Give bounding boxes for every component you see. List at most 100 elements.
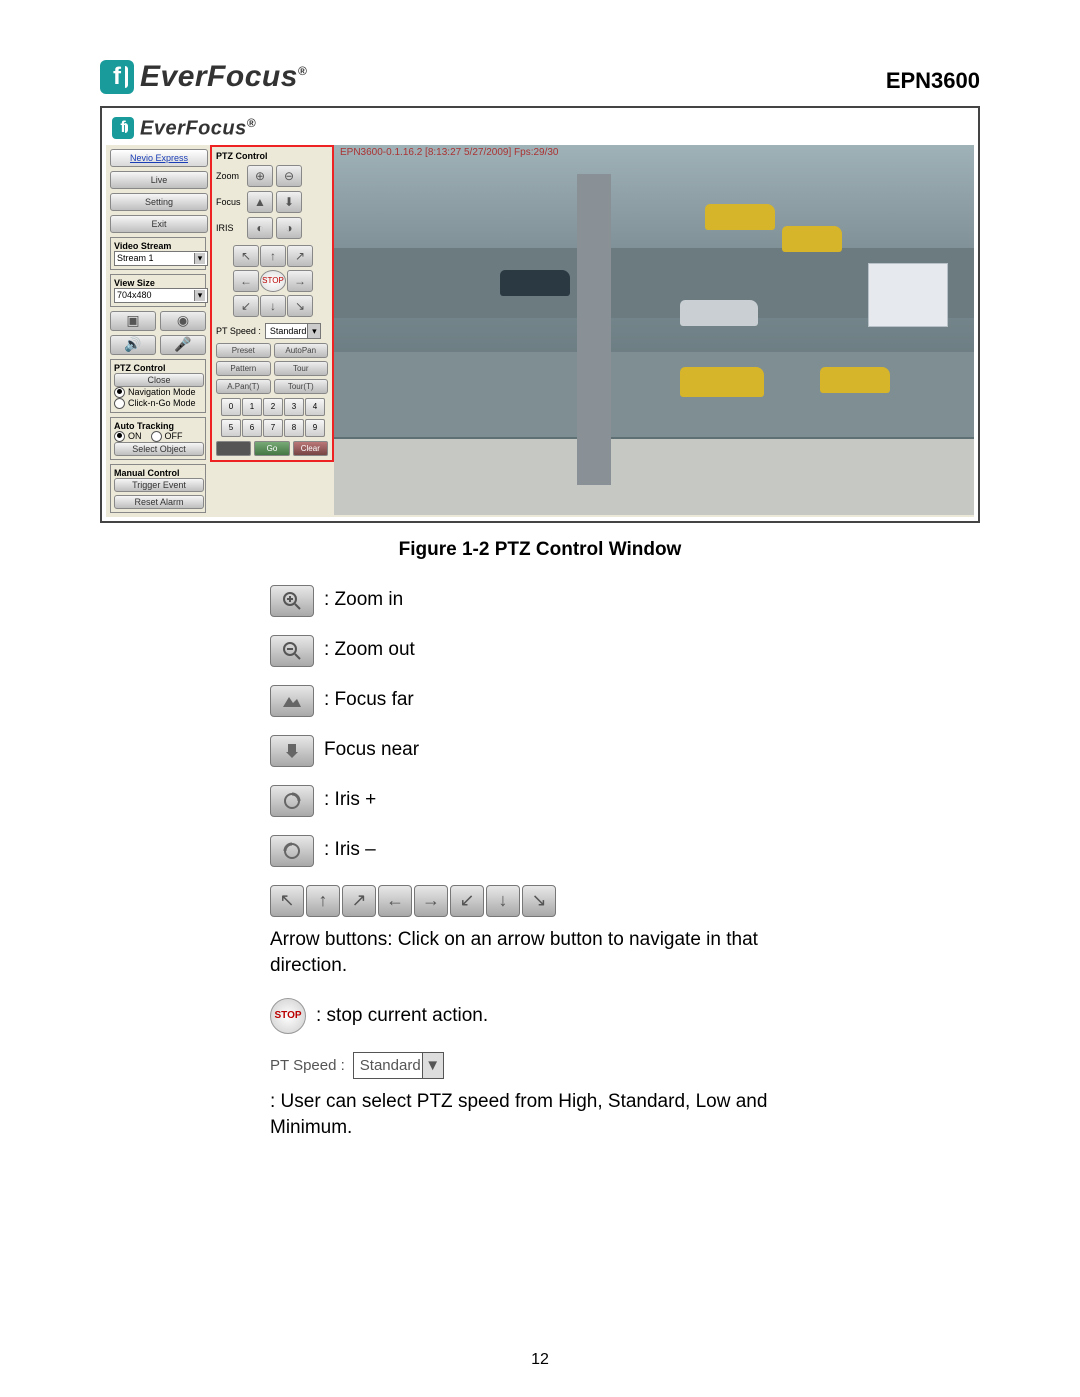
pattern-button[interactable]: Pattern [216, 361, 271, 376]
zoom-out-icon[interactable]: ⊖ [276, 165, 302, 187]
legend-arrow-right-icon: → [414, 885, 448, 917]
arrow-down-icon[interactable]: ↓ [260, 295, 286, 317]
tour-t-button[interactable]: Tour(T) [274, 379, 329, 394]
legend-focus-far-text: : Focus far [324, 687, 414, 714]
legend-iris-plus-icon [270, 785, 314, 817]
zoom-in-icon[interactable]: ⊕ [247, 165, 273, 187]
focus-near-icon[interactable]: ⬇ [276, 191, 302, 213]
iris-close-icon[interactable]: ◑ [276, 217, 302, 239]
live-button[interactable]: Live [110, 171, 208, 189]
legend-iris-plus-text: : Iris + [324, 787, 376, 814]
legend-focus-near-icon [270, 735, 314, 767]
registered-mark: ® [298, 64, 307, 78]
ptz-control-group: PTZ Control Close Navigation Mode Click-… [110, 359, 206, 413]
figure-caption: Figure 1-2 PTZ Control Window [100, 539, 980, 561]
view-size-select[interactable]: 704x480▾ [114, 288, 208, 303]
arrow-up-icon[interactable]: ↑ [260, 245, 286, 267]
legend-pt-speed-text: : User can select PTZ speed from High, S… [270, 1089, 810, 1142]
snapshot-icon[interactable]: ▣ [110, 311, 156, 331]
mic-icon[interactable]: 🎤 [160, 335, 206, 355]
iris-open-icon[interactable]: ◐ [247, 217, 273, 239]
legend-arrow-up-icon: ↑ [306, 885, 340, 917]
pt-speed-select[interactable]: Standard▾ [265, 323, 322, 339]
legend-arrows-text: Arrow buttons: Click on an arrow button … [270, 927, 830, 980]
legend-focus-far-icon [270, 685, 314, 717]
legend-arrow-down-icon: ↓ [486, 885, 520, 917]
legend-zoom-out-text: : Zoom out [324, 637, 415, 664]
apan-t-button[interactable]: A.Pan(T) [216, 379, 271, 394]
num-7[interactable]: 7 [263, 419, 283, 437]
arrow-down-left-icon[interactable]: ↙ [233, 295, 259, 317]
legend-arrow-icons: ↖ ↑ ↗ ← → ↙ ↓ ↘ [270, 885, 556, 917]
legend-list: : Zoom in : Zoom out : Focus far Focus n… [270, 585, 980, 1142]
ptz-close-button[interactable]: Close [114, 373, 204, 387]
figure-ptz-window: f EverFocus® Nevio Express Live Setting … [100, 106, 980, 523]
legend-pt-speed-select: Standard▼ [353, 1052, 444, 1079]
auto-tracking-group: Auto Tracking ON OFF Select Object [110, 417, 206, 460]
autopan-button[interactable]: AutoPan [274, 343, 329, 358]
legend-stop-icon: STOP [270, 998, 306, 1034]
legend-arrow-left-icon: ← [378, 885, 412, 917]
num-9[interactable]: 9 [305, 419, 325, 437]
num-2[interactable]: 2 [263, 398, 283, 416]
tracking-off-radio[interactable] [151, 431, 162, 442]
num-4[interactable]: 4 [305, 398, 325, 416]
brand-text: EverFocus [140, 60, 298, 93]
pt-speed-label: PT Speed : [216, 326, 261, 336]
arrow-right-icon[interactable]: → [287, 270, 313, 292]
legend-arrow-dl-icon: ↙ [450, 885, 484, 917]
arrow-down-right-icon[interactable]: ↘ [287, 295, 313, 317]
nevio-express-link[interactable]: Nevio Express [110, 149, 208, 167]
num-8[interactable]: 8 [284, 419, 304, 437]
manual-control-group: Manual Control Trigger Event Reset Alarm [110, 464, 206, 513]
num-6[interactable]: 6 [242, 419, 262, 437]
go-button[interactable]: Go [254, 441, 289, 456]
setting-button[interactable]: Setting [110, 193, 208, 211]
num-0[interactable]: 0 [221, 398, 241, 416]
video-stream-group: Video Stream Stream 1▾ [110, 237, 206, 270]
view-size-group: View Size 704x480▾ [110, 274, 206, 307]
preset-number-pad: 0 1 2 3 4 5 6 7 8 9 [216, 398, 328, 437]
legend-zoom-out-icon [270, 635, 314, 667]
clickngo-radio[interactable] [114, 398, 125, 409]
legend-pt-speed-label: PT Speed : [270, 1055, 345, 1076]
select-object-button[interactable]: Select Object [114, 442, 204, 456]
page-number: 12 [0, 1351, 1080, 1369]
model-number: EPN3600 [886, 68, 980, 94]
legend-iris-minus-text: : Iris – [324, 837, 376, 864]
num-5[interactable]: 5 [221, 419, 241, 437]
trigger-event-button[interactable]: Trigger Event [114, 478, 204, 492]
ptz-panel: PTZ Control Zoom ⊕ ⊖ Focus ▲ ⬇ IRIS ◐ ◑ … [210, 145, 334, 462]
legend-pt-speed-widget: PT Speed : Standard▼ [270, 1052, 444, 1079]
audio-icon[interactable]: 🔊 [110, 335, 156, 355]
ptz-panel-title: PTZ Control [216, 151, 328, 161]
direction-pad: ↖ ↑ ↗ ← STOP → ↙ ↓ ↘ [216, 245, 328, 317]
video-stream-select[interactable]: Stream 1▾ [114, 251, 208, 266]
arrow-left-icon[interactable]: ← [233, 270, 259, 292]
tracking-on-radio[interactable] [114, 431, 125, 442]
arrow-up-left-icon[interactable]: ↖ [233, 245, 259, 267]
legend-zoom-in-text: : Zoom in [324, 587, 403, 614]
preset-display [216, 441, 251, 456]
legend-stop-text: : stop current action. [316, 1003, 488, 1030]
legend-arrow-ur-icon: ↗ [342, 885, 376, 917]
video-feed[interactable]: EPN3600-0.1.16.2 [8:13:27 5/27/2009] Fps… [334, 145, 974, 515]
num-1[interactable]: 1 [242, 398, 262, 416]
focus-far-icon[interactable]: ▲ [247, 191, 273, 213]
preset-button[interactable]: Preset [216, 343, 271, 358]
arrow-up-right-icon[interactable]: ↗ [287, 245, 313, 267]
legend-zoom-in-icon [270, 585, 314, 617]
num-3[interactable]: 3 [284, 398, 304, 416]
clear-button[interactable]: Clear [293, 441, 328, 456]
legend-arrow-ul-icon: ↖ [270, 885, 304, 917]
stop-button[interactable]: STOP [260, 270, 286, 292]
app-sidebar: Nevio Express Live Setting Exit Video St… [106, 145, 210, 517]
nav-mode-radio[interactable] [114, 387, 125, 398]
video-overlay-text: EPN3600-0.1.16.2 [8:13:27 5/27/2009] Fps… [340, 147, 559, 158]
reset-alarm-button[interactable]: Reset Alarm [114, 495, 204, 509]
everfocus-logo: f EverFocus® [100, 60, 307, 94]
record-icon[interactable]: ◉ [160, 311, 206, 331]
tour-button[interactable]: Tour [274, 361, 329, 376]
legend-arrow-dr-icon: ↘ [522, 885, 556, 917]
exit-button[interactable]: Exit [110, 215, 208, 233]
